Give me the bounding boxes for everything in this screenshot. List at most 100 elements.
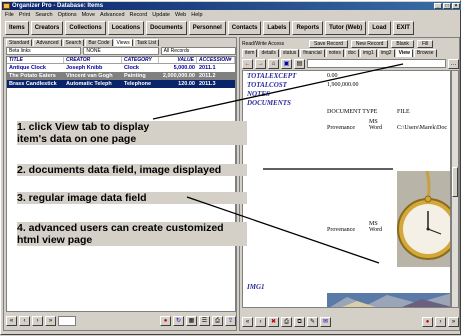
cell-creator: Vincent van Gogh [66, 73, 113, 79]
tab-notes[interactable]: notes [325, 49, 344, 57]
record-footer: « ‹ ✖ ⎙ ⧉ ✎ ✉ ● › » [242, 316, 459, 328]
prev-icon[interactable]: ‹ [255, 317, 266, 327]
doc-file[interactable]: C:\Users\Marek\Doc [397, 125, 447, 131]
tab-bar-code[interactable]: Bar Code [85, 39, 113, 46]
collections-button[interactable]: Collections [65, 21, 106, 35]
cell-title: The Potato Eaters [9, 73, 56, 79]
view-scrollbar[interactable] [451, 70, 459, 308]
first-record-icon[interactable]: « [6, 316, 17, 326]
column-accession[interactable]: ACCESSION# [197, 57, 235, 63]
load-button[interactable]: Load [368, 21, 391, 35]
tab-doc[interactable]: doc [344, 49, 359, 57]
menu-print[interactable]: Print [19, 11, 30, 19]
tab-standard[interactable]: Standard [6, 39, 33, 46]
contacts-button[interactable]: Contacts [227, 21, 262, 35]
stop-icon[interactable]: ● [160, 316, 171, 326]
print-record-icon[interactable]: ⎙ [281, 317, 292, 327]
column-creator[interactable]: CREATOR [64, 57, 122, 63]
list-view-icon[interactable]: ☰ [199, 316, 210, 326]
tab-details[interactable]: details [258, 49, 279, 57]
browse-icon[interactable]: … [448, 58, 459, 69]
menu-move[interactable]: Move [82, 11, 95, 19]
image-icon[interactable]: ▣ [281, 58, 292, 69]
column-category[interactable]: CATEGORY [122, 57, 159, 63]
exit-button[interactable]: EXIT [392, 21, 414, 35]
menu-record[interactable]: Record [130, 11, 148, 19]
menu-search[interactable]: Search [35, 11, 52, 19]
copy-icon[interactable]: ⧉ [294, 317, 305, 327]
filter-none-dropdown[interactable]: NONE [83, 47, 159, 55]
cell-accession: 2011.2 [199, 73, 216, 79]
reports-button[interactable]: Reports [292, 21, 324, 35]
cell-accession: 2011.3 [199, 81, 216, 87]
tab-financial[interactable]: financial [300, 49, 325, 57]
tab-img2[interactable]: img2 [377, 49, 395, 57]
tab-view[interactable]: View [395, 49, 413, 57]
creators-button[interactable]: Creators [30, 21, 64, 35]
field-label: TOTALEXCEPT [247, 72, 297, 80]
column-value[interactable]: VALUE [159, 57, 197, 63]
menu-web[interactable]: Web [175, 11, 186, 19]
minimize-icon[interactable]: _ [434, 3, 442, 9]
prev-record-icon[interactable]: ‹ [19, 316, 30, 326]
tab-status[interactable]: status [279, 49, 300, 57]
filter-records-dropdown[interactable]: All Records [160, 47, 236, 55]
labels-button[interactable]: Labels [263, 21, 291, 35]
forward-icon[interactable]: → [255, 58, 266, 69]
tab-advanced[interactable]: Advanced [33, 39, 62, 46]
email-icon[interactable]: ✉ [320, 317, 331, 327]
tab-browse[interactable]: Browse [413, 49, 437, 57]
print-icon[interactable]: ⎙ [212, 316, 223, 326]
first-icon[interactable]: « [242, 317, 253, 327]
export-icon[interactable]: ⇪ [225, 316, 236, 326]
items-button[interactable]: Items [5, 21, 29, 35]
tab-img1[interactable]: img1 [359, 49, 377, 57]
tab-item[interactable]: item [242, 49, 258, 57]
new-record-button[interactable]: New Record [350, 39, 389, 48]
attach-icon[interactable]: ✎ [307, 317, 318, 327]
personnel-button[interactable]: Personnel [188, 21, 226, 35]
grid-view-icon[interactable]: ▦ [186, 316, 197, 326]
menu-advanced[interactable]: Advanced [100, 11, 124, 19]
documents-button[interactable]: Documents [146, 21, 187, 35]
menu-help[interactable]: Help [191, 11, 202, 19]
doc-type: MS Word [369, 221, 383, 233]
blank-button[interactable]: Blank [391, 39, 414, 48]
stop-record-icon[interactable]: ● [422, 317, 433, 327]
close-icon[interactable]: × [452, 3, 460, 9]
scrollbar-thumb[interactable] [452, 167, 458, 197]
save-record-button[interactable]: Save Record [309, 39, 348, 48]
home-icon[interactable]: ⌂ [268, 58, 279, 69]
page-number-input[interactable] [58, 316, 76, 326]
locations-button[interactable]: Locations [107, 21, 145, 35]
doc-type: MS Word [369, 119, 383, 131]
next-icon[interactable]: › [435, 317, 446, 327]
tab-search[interactable]: Search [62, 39, 85, 46]
refresh-icon[interactable]: ↻ [173, 316, 184, 326]
delete-icon[interactable]: ✖ [268, 317, 279, 327]
column-title[interactable]: TITLE [7, 57, 64, 63]
app-window: Organizer Pro - Database: Items _ □ × Fi… [0, 0, 461, 335]
table-row[interactable]: Antique Clock Joseph Knibb Clock 5,000.0… [7, 64, 235, 72]
doc-name: Provenance [327, 125, 355, 131]
view-address-input[interactable] [307, 59, 446, 68]
tutor-web-button[interactable]: Tutor (Web) [325, 21, 367, 35]
back-icon[interactable]: ← [242, 58, 253, 69]
menu-update[interactable]: Update [152, 11, 170, 19]
maximize-icon[interactable]: □ [443, 3, 451, 9]
last-record-icon[interactable]: » [45, 316, 56, 326]
page-icon[interactable]: ▤ [294, 58, 305, 69]
last-icon[interactable]: » [448, 317, 459, 327]
tab-task-list[interactable]: Task List [133, 39, 160, 46]
menu-file[interactable]: File [5, 11, 14, 19]
app-icon [3, 3, 10, 9]
tab-views[interactable]: Views [113, 39, 133, 46]
table-row[interactable]: The Potato Eaters Vincent van Gogh Paint… [7, 72, 235, 80]
field-label: DOCUMENTS [247, 99, 291, 107]
fill-button[interactable]: Fill [416, 39, 434, 48]
filter-links-dropdown[interactable]: Beta links [6, 47, 82, 55]
menu-options[interactable]: Options [58, 11, 77, 19]
table-row[interactable]: Brass Candlestick Automatic Teleph Telep… [7, 80, 235, 88]
cell-title: Brass Candlestick [9, 81, 57, 87]
next-record-icon[interactable]: › [32, 316, 43, 326]
